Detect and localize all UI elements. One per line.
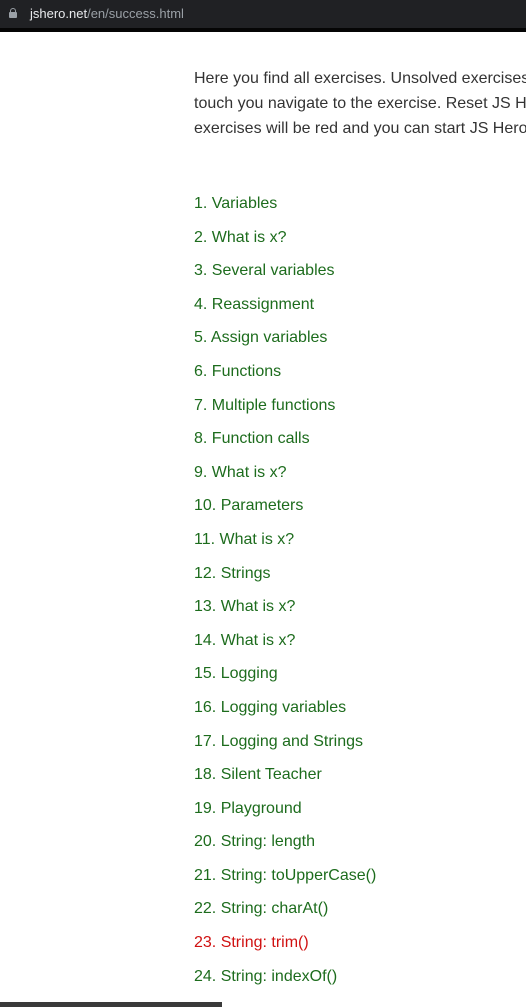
list-item: 1. Variables xyxy=(194,192,376,226)
list-item: 21. String: toUpperCase() xyxy=(194,864,376,898)
list-item: 8. Function calls xyxy=(194,427,376,461)
list-item: 19. Playground xyxy=(194,797,376,831)
exercise-link[interactable]: 14. What is x? xyxy=(194,632,295,649)
exercise-link[interactable]: 17. Logging and Strings xyxy=(194,733,363,750)
list-item: 3. Several variables xyxy=(194,259,376,293)
exercise-link[interactable]: 7. Multiple functions xyxy=(194,397,335,414)
exercise-link[interactable]: 4. Reassignment xyxy=(194,296,314,313)
exercise-link[interactable]: 22. String: charAt() xyxy=(194,900,328,917)
exercise-link[interactable]: 13. What is x? xyxy=(194,598,295,615)
list-item: 14. What is x? xyxy=(194,629,376,663)
exercise-link[interactable]: 16. Logging variables xyxy=(194,699,346,716)
list-item: 10. Parameters xyxy=(194,494,376,528)
list-item: 17. Logging and Strings xyxy=(194,730,376,764)
exercise-link[interactable]: 2. What is x? xyxy=(194,229,286,246)
intro-paragraph: Here you find all exercises. Unsolved ex… xyxy=(194,66,526,141)
exercise-link[interactable]: 15. Logging xyxy=(194,665,278,682)
list-item: 2. What is x? xyxy=(194,226,376,260)
list-item: 16. Logging variables xyxy=(194,696,376,730)
lock-icon[interactable] xyxy=(9,8,17,18)
taskbar-strip xyxy=(0,1002,222,1007)
exercise-link[interactable]: 18. Silent Teacher xyxy=(194,766,322,783)
url-path: /en/success.html xyxy=(87,6,184,21)
exercise-list: 1. Variables 2. What is x? 3. Several va… xyxy=(194,192,376,998)
exercise-link[interactable]: 24. String: indexOf() xyxy=(194,968,337,985)
list-item: 18. Silent Teacher xyxy=(194,763,376,797)
bottom-edge xyxy=(0,1002,526,1007)
exercise-link[interactable]: 8. Function calls xyxy=(194,430,310,447)
list-item: 12. Strings xyxy=(194,562,376,596)
exercise-link[interactable]: 20. String: length xyxy=(194,833,315,850)
list-item: 11. What is x? xyxy=(194,528,376,562)
list-item: 13. What is x? xyxy=(194,595,376,629)
intro-line: touch you navigate to the exercise. Rese… xyxy=(194,95,526,112)
list-item: 4. Reassignment xyxy=(194,293,376,327)
exercise-link[interactable]: 9. What is x? xyxy=(194,464,286,481)
list-item: 15. Logging xyxy=(194,662,376,696)
exercise-link[interactable]: 23. String: trim() xyxy=(194,934,309,951)
exercise-link[interactable]: 11. What is x? xyxy=(194,531,294,548)
list-item: 24. String: indexOf() xyxy=(194,965,376,999)
exercise-link[interactable]: 6. Functions xyxy=(194,363,281,380)
list-item: 23. String: trim() xyxy=(194,931,376,965)
intro-line: Here you find all exercises. Unsolved ex… xyxy=(194,70,526,87)
list-item: 20. String: length xyxy=(194,830,376,864)
exercise-link[interactable]: 1. Variables xyxy=(194,195,277,212)
exercise-link[interactable]: 19. Playground xyxy=(194,800,302,817)
url-field[interactable]: jshero.net/en/success.html xyxy=(30,6,184,22)
exercise-link[interactable]: 21. String: toUpperCase() xyxy=(194,867,376,884)
list-item: 7. Multiple functions xyxy=(194,394,376,428)
browser-address-bar[interactable]: jshero.net/en/success.html xyxy=(0,0,526,28)
exercise-link[interactable]: 12. Strings xyxy=(194,565,270,582)
url-host: jshero.net xyxy=(30,6,88,21)
list-item: 6. Functions xyxy=(194,360,376,394)
toolbar-divider xyxy=(0,28,526,32)
list-item: 5. Assign variables xyxy=(194,326,376,360)
list-item: 22. String: charAt() xyxy=(194,897,376,931)
exercise-link[interactable]: 3. Several variables xyxy=(194,262,335,279)
exercise-link[interactable]: 10. Parameters xyxy=(194,497,303,514)
exercise-link[interactable]: 5. Assign variables xyxy=(194,329,327,346)
intro-line: exercises will be red and you can start … xyxy=(194,120,526,137)
list-item: 9. What is x? xyxy=(194,461,376,495)
